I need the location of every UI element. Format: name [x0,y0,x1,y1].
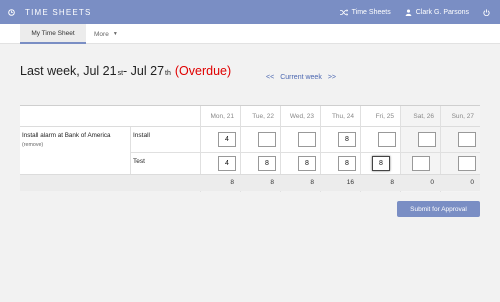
day-total: 0 [430,179,434,186]
day-total: 8 [270,179,274,186]
top-bar: TIME SHEETS Time Sheets Clark G. Parsons [0,0,500,24]
task-name: Install [133,132,150,139]
week-nav: << Current week >> [266,74,336,81]
brand[interactable]: TIME SHEETS [8,0,92,24]
week-end-suffix: th [165,70,171,77]
hours-input[interactable] [418,132,436,147]
hours-input[interactable]: 8 [338,132,356,147]
tab-bar: My Time Sheet More ▼ [0,24,500,44]
task-name: Test [133,158,145,165]
caret-down-icon: ▼ [112,31,118,37]
prev-week-link[interactable]: << [266,74,274,81]
hours-input[interactable]: 8 [298,156,316,171]
user-icon [405,9,412,16]
submit-for-approval-button[interactable]: Submit for Approval [397,201,480,217]
hours-input[interactable] [378,132,396,147]
shuffle-icon [339,8,348,16]
hours-input-focused[interactable]: 8 [372,156,390,171]
next-week-link[interactable]: >> [328,74,336,81]
day-total: 8 [310,179,314,186]
hours-input[interactable] [458,156,476,171]
day-total: 8 [390,179,394,186]
day-total: 8 [230,179,234,186]
hours-input[interactable] [412,156,430,171]
user-menu[interactable]: Clark G. Parsons [405,9,469,16]
power-icon[interactable] [483,8,490,16]
clock-icon [8,8,15,16]
hours-input[interactable]: 4 [218,132,236,147]
tab-more-label: More [94,30,109,38]
hours-input[interactable] [258,132,276,147]
week-label-start: Last week, Jul 21 [20,64,117,78]
page-title: Last week, Jul 21st - Jul 27th (Overdue) [20,64,231,78]
grid-header: Mon, 21 Tue, 22 Wed, 23 Thu, 24 Fri, 25 … [20,106,480,127]
overdue-status: (Overdue) [174,64,232,78]
project-name: Install alarm at Bank of America [22,132,111,139]
day-total: 16 [346,179,354,186]
hours-input[interactable] [298,132,316,147]
divider [130,127,131,174]
hours-input[interactable] [458,132,476,147]
user-name: Clark G. Parsons [415,8,469,16]
divider [130,152,480,153]
timesheet-grid: Mon, 21 Tue, 22 Wed, 23 Thu, 24 Fri, 25 … [20,105,480,192]
hours-input[interactable]: 8 [338,156,356,171]
hours-input[interactable]: 8 [258,156,276,171]
tab-more[interactable]: More ▼ [94,24,134,44]
hours-input[interactable]: 4 [218,156,236,171]
timesheets-link-label: Time Sheets [351,8,391,16]
timesheets-link[interactable]: Time Sheets [339,8,391,16]
app-title: TIME SHEETS [25,7,92,17]
tab-my-timesheet[interactable]: My Time Sheet [20,24,86,44]
week-label-mid: - Jul 27 [123,64,165,78]
remove-project-link[interactable]: (remove) [22,142,43,148]
day-total: 0 [470,179,474,186]
current-week-link[interactable]: Current week [280,74,322,81]
